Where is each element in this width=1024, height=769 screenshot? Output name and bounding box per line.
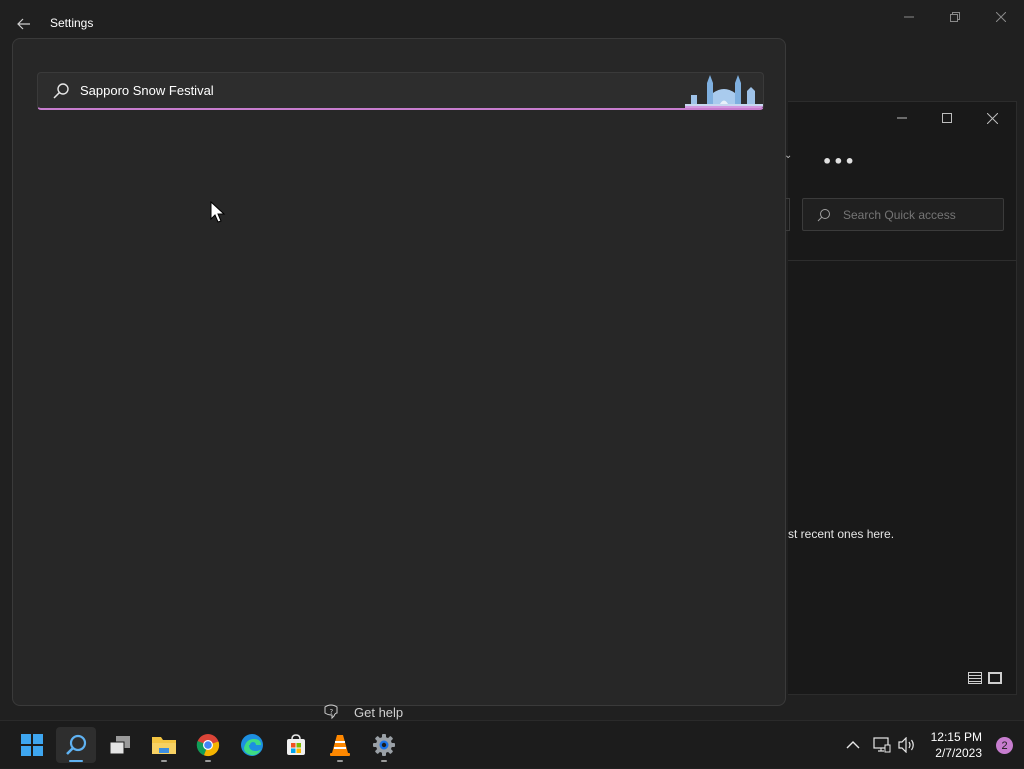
settings-button[interactable] [364,727,404,763]
running-indicator [161,760,167,762]
edge-icon [241,734,263,756]
chrome-button[interactable] [188,727,228,763]
task-view-icon [109,736,130,755]
windows-start-icon [21,734,43,756]
clock-date: 2/7/2023 [935,746,982,760]
large-icons-view-icon[interactable] [988,672,1002,684]
explorer-search-input[interactable] [841,206,995,223]
explorer-minimize-button[interactable] [882,108,922,128]
store-button[interactable] [276,727,316,763]
close-icon [996,12,1006,22]
details-view-icon[interactable] [968,672,982,684]
chrome-icon [196,734,220,757]
back-arrow-icon [17,18,30,30]
maximize-icon [942,113,952,123]
settings-gear-icon [373,734,395,756]
search-panel [12,38,786,706]
task-view-button[interactable] [100,727,140,763]
search-icon [53,82,69,99]
minimize-icon [904,16,914,18]
restore-button[interactable] [932,6,978,28]
search-box[interactable] [37,72,764,110]
get-help-label: Get help [354,704,404,720]
edge-button[interactable] [232,727,272,763]
chevron-up-icon [846,741,860,749]
running-indicator [337,760,343,762]
notification-badge[interactable]: 2 [996,737,1013,754]
minimize-button[interactable] [886,6,932,28]
search-icon [66,734,87,755]
search-highlight-illustration[interactable] [685,73,763,109]
get-help-link[interactable]: ? Get help [322,704,403,720]
speaker-icon [898,737,914,753]
see-more-button[interactable]: ••• [822,152,856,171]
explorer-search-box[interactable] [802,198,1004,231]
clock-time: 12:15 PM [930,730,982,744]
address-bar-edge[interactable] [786,198,790,231]
search-input[interactable] [78,82,642,99]
restore-icon [950,12,960,22]
empty-state-text: st recent ones here. [788,527,895,541]
start-button[interactable] [12,727,52,763]
mouse-cursor-icon [210,201,226,223]
explorer-maximize-button[interactable] [927,108,967,128]
running-indicator [205,760,211,762]
divider [788,260,1016,261]
clock-button[interactable]: 12:15 PM 2/7/2023 [931,729,982,761]
active-indicator [69,760,83,762]
vlc-icon [330,735,350,756]
minimize-icon [897,117,907,119]
view-toggle [968,672,1002,684]
store-icon [287,734,305,755]
folder-icon [152,737,176,754]
show-hidden-icons-button[interactable] [846,721,860,769]
running-indicator [381,760,387,762]
file-explorer-button[interactable] [144,727,184,763]
volume-button[interactable] [898,721,916,769]
vlc-button[interactable] [320,727,360,763]
app-title: Settings [50,16,94,30]
taskbar-search-button[interactable] [56,727,96,763]
close-icon [986,112,998,124]
close-button[interactable] [978,6,1024,28]
explorer-close-button[interactable] [972,108,1012,128]
file-explorer-window: ⌄ ••• st recent ones here. [784,101,1017,695]
search-icon [817,208,830,221]
network-button[interactable] [873,721,891,769]
network-icon [873,737,891,753]
get-help-icon: ? [324,704,338,720]
taskbar: 12:15 PM 2/7/2023 2 [0,720,1024,768]
svg-text:?: ? [330,708,334,716]
back-button[interactable] [12,12,36,36]
